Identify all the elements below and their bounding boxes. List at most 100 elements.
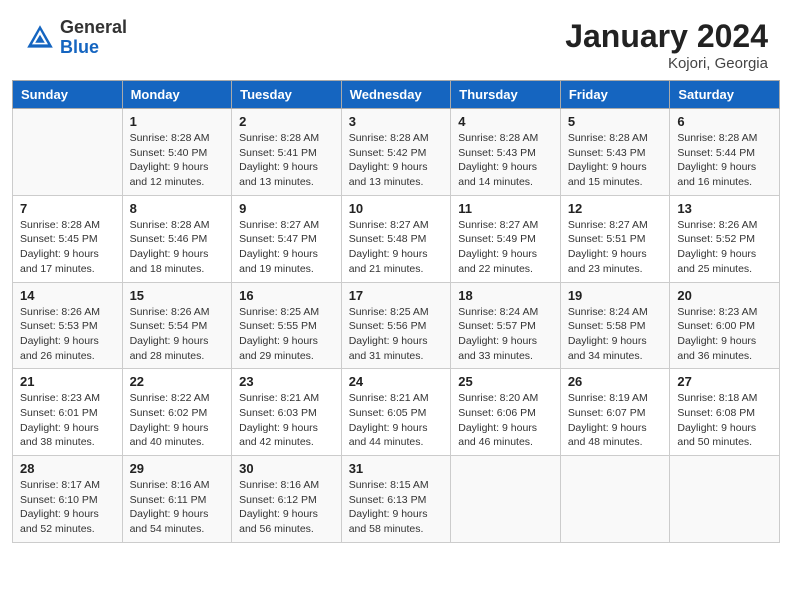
day-info: Sunrise: 8:23 AMSunset: 6:00 PMDaylight:… [677,305,772,364]
day-number: 15 [130,288,225,303]
day-info: Sunrise: 8:27 AMSunset: 5:47 PMDaylight:… [239,218,334,277]
day-info: Sunrise: 8:26 AMSunset: 5:54 PMDaylight:… [130,305,225,364]
day-info: Sunrise: 8:19 AMSunset: 6:07 PMDaylight:… [568,391,663,450]
day-info: Sunrise: 8:27 AMSunset: 5:51 PMDaylight:… [568,218,663,277]
day-info: Sunrise: 8:24 AMSunset: 5:58 PMDaylight:… [568,305,663,364]
day-info: Sunrise: 8:18 AMSunset: 6:08 PMDaylight:… [677,391,772,450]
day-number: 16 [239,288,334,303]
day-info: Sunrise: 8:20 AMSunset: 6:06 PMDaylight:… [458,391,553,450]
day-info: Sunrise: 8:27 AMSunset: 5:48 PMDaylight:… [349,218,444,277]
day-number: 7 [20,201,115,216]
day-info: Sunrise: 8:25 AMSunset: 5:55 PMDaylight:… [239,305,334,364]
calendar-row: 21 Sunrise: 8:23 AMSunset: 6:01 PMDayligh… [13,369,780,456]
day-number: 28 [20,461,115,476]
calendar-cell: 4Sunrise: 8:28 AMSunset: 5:43 PMDaylight… [451,109,561,196]
day-number: 17 [349,288,444,303]
day-info: Sunrise: 8:21 AMSunset: 6:05 PMDaylight:… [349,391,444,450]
calendar-cell: 19 Sunrise: 8:24 AMSunset: 5:58 PMDayligh… [560,282,670,369]
calendar-cell: 2 Sunrise: 8:28 AMSunset: 5:41 PMDaylight… [232,109,342,196]
calendar-cell: 14 Sunrise: 8:26 AMSunset: 5:53 PMDayligh… [13,282,123,369]
day-number: 19 [568,288,663,303]
day-number: 3 [349,114,444,129]
calendar-cell: 26 Sunrise: 8:19 AMSunset: 6:07 PMDayligh… [560,369,670,456]
calendar-cell: 25 Sunrise: 8:20 AMSunset: 6:06 PMDayligh… [451,369,561,456]
calendar-cell [13,109,123,196]
column-header-monday: Monday [122,81,232,109]
day-info: Sunrise: 8:21 AMSunset: 6:03 PMDaylight:… [239,391,334,450]
day-number: 31 [349,461,444,476]
day-number: 24 [349,374,444,389]
day-info: Sunrise: 8:23 AMSunset: 6:01 PMDaylight:… [20,391,115,450]
calendar-wrapper: SundayMondayTuesdayWednesdayThursdayFrid… [0,80,792,555]
day-number: 5 [568,114,663,129]
calendar-cell: 29Sunrise: 8:16 AMSunset: 6:11 PMDayligh… [122,456,232,543]
day-info: Sunrise: 8:28 AMSunset: 5:45 PMDaylight:… [20,218,115,277]
calendar-row: 28 Sunrise: 8:17 AMSunset: 6:10 PMDayligh… [13,456,780,543]
calendar-cell: 24 Sunrise: 8:21 AMSunset: 6:05 PMDayligh… [341,369,451,456]
day-number: 25 [458,374,553,389]
calendar-cell: 11 Sunrise: 8:27 AMSunset: 5:49 PMDayligh… [451,195,561,282]
day-info: Sunrise: 8:22 AMSunset: 6:02 PMDaylight:… [130,391,225,450]
calendar-cell: 15 Sunrise: 8:26 AMSunset: 5:54 PMDayligh… [122,282,232,369]
calendar-cell: 23 Sunrise: 8:21 AMSunset: 6:03 PMDayligh… [232,369,342,456]
calendar-cell: 31 Sunrise: 8:15 AMSunset: 6:13 PMDayligh… [341,456,451,543]
logo-icon [24,22,56,54]
column-header-wednesday: Wednesday [341,81,451,109]
calendar-cell: 21 Sunrise: 8:23 AMSunset: 6:01 PMDayligh… [13,369,123,456]
day-info: Sunrise: 8:28 AMSunset: 5:43 PMDaylight:… [568,131,663,190]
column-header-tuesday: Tuesday [232,81,342,109]
day-number: 4 [458,114,553,129]
day-number: 11 [458,201,553,216]
day-info: Sunrise: 8:15 AMSunset: 6:13 PMDaylight:… [349,478,444,537]
day-number: 6 [677,114,772,129]
day-info: Sunrise: 8:16 AMSunset: 6:11 PMDaylight:… [130,478,225,537]
day-number: 8 [130,201,225,216]
logo-general-text: General [60,18,127,38]
calendar-row: 7 Sunrise: 8:28 AMSunset: 5:45 PMDaylight… [13,195,780,282]
calendar-cell: 6Sunrise: 8:28 AMSunset: 5:44 PMDaylight… [670,109,780,196]
day-number: 14 [20,288,115,303]
calendar-cell: 20 Sunrise: 8:23 AMSunset: 6:00 PMDayligh… [670,282,780,369]
column-header-friday: Friday [560,81,670,109]
day-number: 20 [677,288,772,303]
calendar-row: 14 Sunrise: 8:26 AMSunset: 5:53 PMDayligh… [13,282,780,369]
calendar-row: 1 Sunrise: 8:28 AMSunset: 5:40 PMDaylight… [13,109,780,196]
day-number: 23 [239,374,334,389]
calendar-cell: 12Sunrise: 8:27 AMSunset: 5:51 PMDayligh… [560,195,670,282]
day-number: 21 [20,374,115,389]
logo-blue-text: Blue [60,38,127,58]
day-number: 26 [568,374,663,389]
day-number: 13 [677,201,772,216]
calendar-cell [560,456,670,543]
calendar-table: SundayMondayTuesdayWednesdayThursdayFrid… [12,80,780,543]
day-number: 10 [349,201,444,216]
calendar-cell: 18Sunrise: 8:24 AMSunset: 5:57 PMDayligh… [451,282,561,369]
location: Kojori, Georgia [565,55,768,72]
calendar-header-row: SundayMondayTuesdayWednesdayThursdayFrid… [13,81,780,109]
day-info: Sunrise: 8:27 AMSunset: 5:49 PMDaylight:… [458,218,553,277]
calendar-cell: 8Sunrise: 8:28 AMSunset: 5:46 PMDaylight… [122,195,232,282]
calendar-cell: 16 Sunrise: 8:25 AMSunset: 5:55 PMDayligh… [232,282,342,369]
column-header-sunday: Sunday [13,81,123,109]
day-info: Sunrise: 8:25 AMSunset: 5:56 PMDaylight:… [349,305,444,364]
day-info: Sunrise: 8:28 AMSunset: 5:40 PMDaylight:… [130,131,225,190]
title-block: January 2024 Kojori, Georgia [565,18,768,72]
day-info: Sunrise: 8:28 AMSunset: 5:42 PMDaylight:… [349,131,444,190]
calendar-cell [670,456,780,543]
day-info: Sunrise: 8:16 AMSunset: 6:12 PMDaylight:… [239,478,334,537]
logo-text: General Blue [60,18,127,58]
day-number: 18 [458,288,553,303]
column-header-saturday: Saturday [670,81,780,109]
day-number: 1 [130,114,225,129]
day-info: Sunrise: 8:26 AMSunset: 5:53 PMDaylight:… [20,305,115,364]
day-info: Sunrise: 8:26 AMSunset: 5:52 PMDaylight:… [677,218,772,277]
day-number: 22 [130,374,225,389]
calendar-cell: 30 Sunrise: 8:16 AMSunset: 6:12 PMDayligh… [232,456,342,543]
day-info: Sunrise: 8:28 AMSunset: 5:41 PMDaylight:… [239,131,334,190]
day-info: Sunrise: 8:17 AMSunset: 6:10 PMDaylight:… [20,478,115,537]
day-number: 30 [239,461,334,476]
day-number: 9 [239,201,334,216]
column-header-thursday: Thursday [451,81,561,109]
day-number: 2 [239,114,334,129]
logo: General Blue [24,18,127,58]
